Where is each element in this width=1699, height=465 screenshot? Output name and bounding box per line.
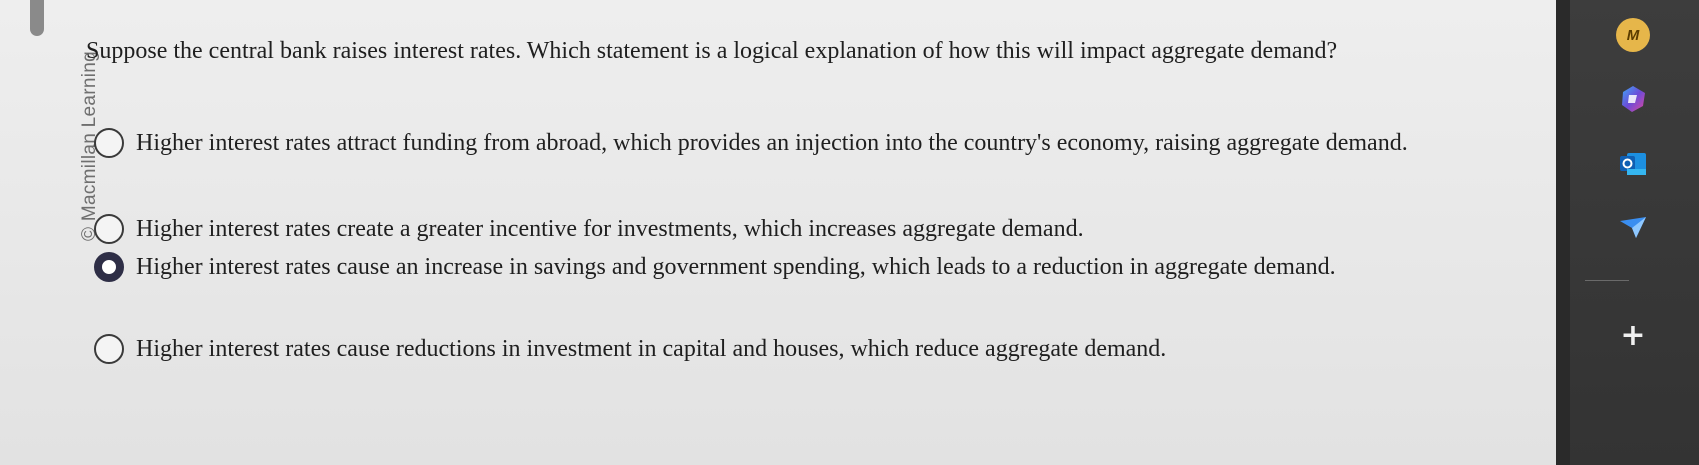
radio-button-unchecked[interactable] (94, 334, 124, 364)
answer-option-1[interactable]: Higher interest rates attract funding fr… (94, 122, 1494, 164)
radio-button-unchecked[interactable] (94, 128, 124, 158)
send-icon[interactable] (1616, 210, 1650, 244)
question-text: Suppose the central bank raises interest… (86, 38, 1338, 64)
answer-option-2[interactable]: Higher interest rates create a greater i… (94, 208, 1494, 250)
radio-button-unchecked[interactable] (94, 214, 124, 244)
radio-button-checked[interactable] (94, 252, 124, 282)
sidebar-divider (1585, 280, 1629, 281)
option-label: Higher interest rates attract funding fr… (136, 130, 1408, 156)
browser-sidebar: M + (1570, 0, 1699, 465)
answer-option-4[interactable]: Higher interest rates cause reductions i… (94, 328, 1494, 370)
option-label: Higher interest rates cause reductions i… (136, 336, 1167, 362)
question-panel: © Macmillan Learning Suppose the central… (0, 0, 1556, 465)
option-label: Higher interest rates create a greater i… (136, 216, 1084, 242)
window-divider (1556, 0, 1570, 465)
option-label: Higher interest rates cause an increase … (136, 254, 1336, 280)
outlook-icon[interactable] (1616, 146, 1650, 180)
macmillan-icon[interactable]: M (1616, 18, 1650, 52)
scrollbar-thumb[interactable] (30, 0, 44, 36)
copilot-icon[interactable] (1616, 82, 1650, 116)
plus-icon[interactable]: + (1616, 318, 1650, 353)
answer-option-3[interactable]: Higher interest rates cause an increase … (94, 246, 1514, 288)
